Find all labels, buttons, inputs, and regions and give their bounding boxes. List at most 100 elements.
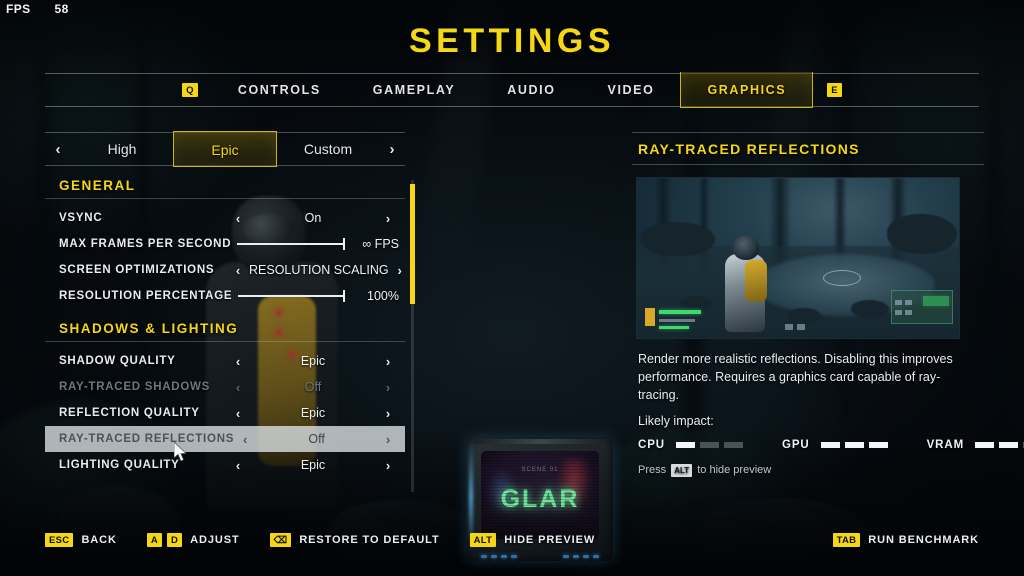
option-value: Epic [300, 406, 326, 420]
option-prev-arrow-icon[interactable]: ‹ [227, 211, 249, 226]
option-row-max-frames-per-second[interactable]: MAX FRAMES PER SECOND ∞ FPS [45, 231, 405, 257]
preview-hud-icon [645, 308, 655, 326]
option-slider-knob[interactable] [343, 290, 345, 302]
option-row-ray-traced-shadows: RAY-TRACED SHADOWS ‹ Off › [45, 374, 405, 400]
option-value: Epic [300, 458, 326, 472]
hint-hide-preview[interactable]: ALT HIDE PREVIEW [469, 532, 596, 548]
impact-meter-gpu: GPU [782, 439, 893, 451]
hint-label: ADJUST [190, 534, 240, 546]
tab-graphics[interactable]: GRAPHICS [680, 71, 814, 108]
option-prev-arrow-icon[interactable]: ‹ [234, 432, 256, 447]
crt-tv-led [563, 555, 569, 558]
hint-back[interactable]: ESC BACK [45, 532, 117, 548]
tab-prev-key[interactable]: Q [168, 81, 212, 99]
option-slider-knob[interactable] [343, 238, 345, 250]
option-label: REFLECTION QUALITY [59, 407, 200, 419]
option-value: RESOLUTION SCALING [249, 263, 389, 277]
impact-pip [723, 442, 743, 449]
tab-gameplay[interactable]: GAMEPLAY [347, 73, 482, 107]
option-prev-arrow-icon[interactable]: ‹ [227, 354, 249, 369]
preview-hud-cell [785, 324, 793, 330]
preview-hud-cell [895, 310, 902, 315]
option-row-reflection-quality[interactable]: REFLECTION QUALITY ‹ Epic › [45, 400, 405, 426]
preview-rock [641, 222, 715, 256]
crt-tv-led [573, 555, 579, 558]
preview-hud-bar [923, 296, 949, 306]
option-row-screen-optimizations[interactable]: SCREEN OPTIMIZATIONS ‹ RESOLUTION SCALIN… [45, 257, 405, 283]
preset-prev-arrow-icon[interactable]: ‹ [45, 141, 71, 158]
tab-video[interactable]: VIDEO [582, 73, 681, 107]
preview-hud-cell [797, 324, 805, 330]
option-value: 100% [367, 289, 399, 303]
option-label: SHADOW QUALITY [59, 355, 176, 367]
hint-run-benchmark[interactable]: TAB RUN BENCHMARK [832, 532, 979, 548]
option-next-arrow-icon[interactable]: › [377, 211, 399, 226]
preview-character-backpack [745, 260, 767, 302]
option-label: VSYNC [59, 212, 103, 224]
option-row-resolution-percentage[interactable]: RESOLUTION PERCENTAGE 100% [45, 283, 405, 309]
option-row-ray-traced-reflections[interactable]: RAY-TRACED REFLECTIONS ‹ Off › [45, 426, 405, 452]
preview-hud-bar [659, 326, 689, 329]
crt-tv-top-bar [473, 439, 607, 444]
option-next-arrow-icon[interactable]: › [389, 263, 411, 278]
tab-controls[interactable]: CONTROLS [212, 73, 347, 107]
hint-restore-to-default[interactable]: ⌫ RESTORE TO DEFAULT [269, 532, 440, 548]
option-prev-arrow-icon[interactable]: ‹ [227, 406, 249, 421]
hint-keys: ⌫ [269, 532, 292, 548]
preview-hud-health-bar [659, 310, 701, 314]
hint-adjust[interactable]: A D ADJUST [146, 532, 240, 548]
key-alt-badge: ALT [469, 532, 497, 548]
option-prev-arrow-icon[interactable]: ‹ [227, 263, 249, 278]
option-slider-track[interactable] [237, 238, 345, 250]
tab-audio[interactable]: AUDIO [481, 73, 581, 107]
preview-hud-bar [659, 319, 695, 322]
hint-label: BACK [81, 534, 117, 546]
hint-prefix: Press [638, 464, 667, 477]
hint-label: HIDE PREVIEW [504, 534, 596, 546]
option-label: RESOLUTION PERCENTAGE [59, 290, 233, 302]
option-value: On [304, 211, 322, 225]
hint-keys: A D [146, 532, 183, 548]
scrollbar-thumb[interactable] [410, 184, 415, 304]
option-next-arrow-icon[interactable]: › [377, 406, 399, 421]
section-header-shadows-lighting: SHADOWS & LIGHTING [45, 309, 405, 342]
option-value: ∞ FPS [362, 237, 399, 251]
settings-scrollbar[interactable] [410, 180, 415, 492]
preview-rock [887, 214, 957, 254]
preview-hud-cell [905, 310, 912, 315]
option-prev-arrow-icon[interactable]: ‹ [227, 458, 249, 473]
crt-tv-led [481, 555, 487, 558]
option-row-shadow-quality[interactable]: SHADOW QUALITY ‹ Epic › [45, 348, 405, 374]
impact-meter-name: CPU [638, 439, 665, 452]
hint-keys: ALT [469, 532, 497, 548]
option-label: MAX FRAMES PER SECOND [59, 238, 232, 250]
preset-epic[interactable]: Epic [173, 131, 277, 167]
option-label: RAY-TRACED REFLECTIONS [59, 433, 235, 445]
crt-tv-led [501, 555, 507, 558]
impact-pip [868, 442, 888, 449]
option-next-arrow-icon: › [385, 379, 391, 395]
option-next-arrow-icon[interactable]: › [377, 432, 399, 447]
impact-meter-vram: VRAM [927, 439, 1024, 451]
preset-high[interactable]: High [71, 132, 173, 166]
option-value: Epic [300, 354, 326, 368]
info-panel: RAY-TRACED REFLECTIONS Render more reali… [632, 132, 1024, 477]
preset-custom[interactable]: Custom [277, 132, 379, 166]
tab-next-key[interactable]: E [813, 81, 856, 99]
option-next-arrow-icon[interactable]: › [377, 354, 399, 369]
option-row-lighting-quality[interactable]: LIGHTING QUALITY ‹ Epic › [45, 452, 405, 478]
preview-character-helmet [733, 236, 759, 260]
preset-next-arrow-icon[interactable]: › [379, 141, 405, 158]
impact-pip [975, 442, 995, 449]
mouse-cursor-icon [174, 442, 187, 462]
hint-keys: ESC [45, 532, 74, 548]
hint-label: RESTORE TO DEFAULT [299, 534, 440, 546]
option-next-arrow-icon[interactable]: › [377, 458, 399, 473]
impact-pip [844, 442, 864, 449]
crt-tv-led [583, 555, 589, 558]
impact-pip [999, 442, 1019, 449]
option-row-vsync[interactable]: VSYNC ‹ On › [45, 205, 405, 231]
option-slider-track[interactable] [238, 290, 345, 302]
crt-tv-scanlines [481, 451, 599, 539]
preview-hud-cell [895, 300, 902, 305]
